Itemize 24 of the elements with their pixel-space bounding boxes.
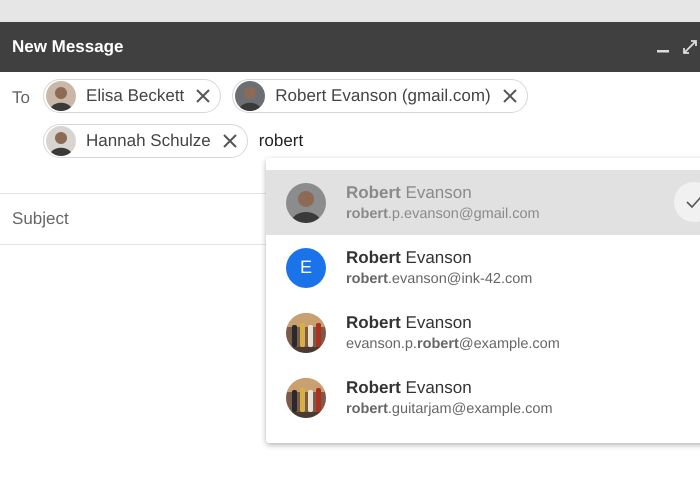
suggestion-item[interactable]: Robert Evanson robert.guitarjam@example.com (266, 365, 700, 430)
recipient-name: Robert Evanson (gmail.com) (275, 86, 491, 106)
remove-icon[interactable] (220, 132, 239, 150)
recipient-chip[interactable]: Hannah Schulze (43, 124, 248, 158)
contact-email: robert.guitarjam@example.com (346, 401, 553, 417)
contact-name: Robert Evanson (346, 313, 473, 333)
contact-name: Robert Evanson (346, 183, 473, 203)
recipient-name: Elisa Beckett (86, 86, 184, 106)
contact-email: robert.evanson@ink-42.com (346, 271, 532, 287)
suggestion-item[interactable]: E Robert Evanson robert.evanson@ink-42.com (266, 235, 700, 300)
contact-name: Robert Evanson (346, 248, 473, 268)
recipient-chip[interactable]: Elisa Beckett (43, 79, 222, 113)
recipient-chip[interactable]: Robert Evanson (gmail.com) (232, 79, 528, 113)
contact-email: evanson.p.robert@example.com (346, 336, 560, 352)
remove-icon[interactable] (500, 87, 519, 105)
suggestion-item[interactable]: Robert Evanson evanson.p.robert@example.com (266, 300, 700, 365)
window-title: New Message (12, 37, 124, 57)
expand-icon[interactable] (682, 39, 698, 55)
contact-name: Robert Evanson (346, 378, 473, 398)
to-label: To (12, 88, 31, 108)
avatar-letter: E (286, 248, 326, 288)
remove-icon[interactable] (194, 87, 212, 105)
recipient-name: Hannah Schulze (86, 131, 211, 151)
contact-email: robert.p.evanson@gmail.com (346, 206, 540, 222)
